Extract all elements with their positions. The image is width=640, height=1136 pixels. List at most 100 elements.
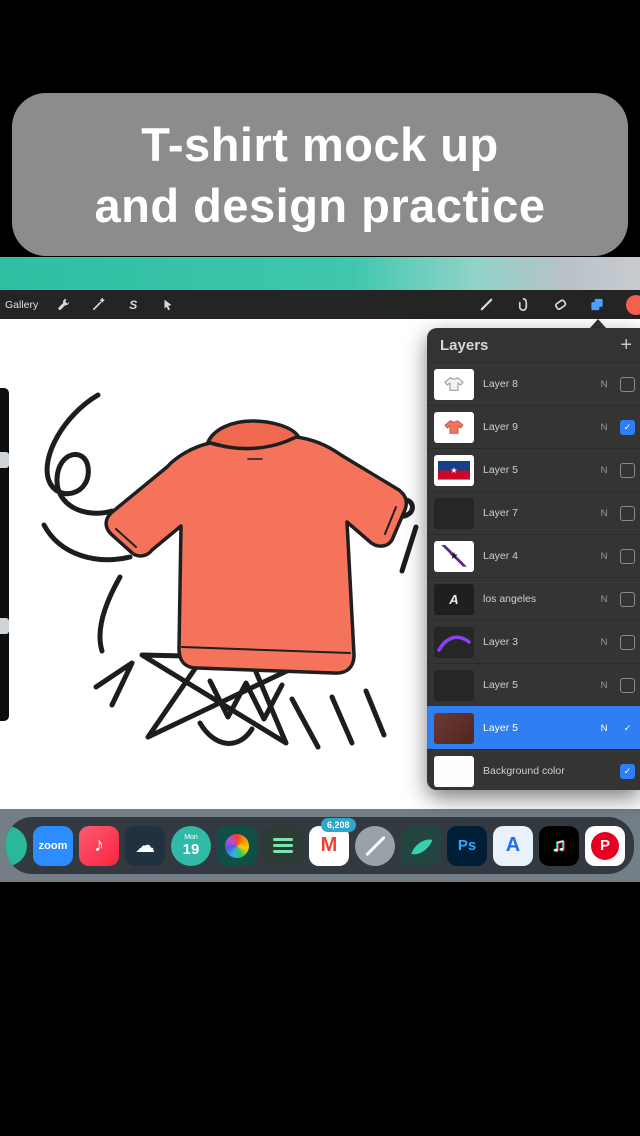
layer-thumbnail-text: A bbox=[434, 584, 474, 615]
pinterest-app-icon[interactable]: P bbox=[585, 826, 625, 866]
layer-row[interactable]: A los angeles N bbox=[427, 577, 640, 620]
partial-app-icon[interactable] bbox=[6, 826, 27, 866]
layer-name: Layer 7 bbox=[483, 507, 588, 519]
layers-panel-button[interactable] bbox=[589, 297, 605, 313]
gallery-button[interactable]: Gallery bbox=[5, 299, 38, 311]
layer-thumbnail-star-logo bbox=[434, 541, 474, 572]
list-app-icon[interactable] bbox=[263, 826, 303, 866]
layer-visibility-checkbox[interactable] bbox=[620, 678, 635, 693]
selection-icon[interactable]: S bbox=[125, 297, 141, 313]
layer-blend-mode[interactable]: N bbox=[597, 680, 611, 691]
layer-blend-mode[interactable]: N bbox=[597, 594, 611, 605]
music-app-icon[interactable] bbox=[79, 826, 119, 866]
brush-opacity-slider-handle[interactable] bbox=[0, 618, 9, 634]
layer-visibility-checkbox[interactable] bbox=[620, 635, 635, 650]
zoom-app-icon[interactable]: zoom bbox=[33, 826, 73, 866]
layer-thumbnail-purple-stroke bbox=[434, 627, 474, 658]
photoshop-app-icon[interactable]: Ps bbox=[447, 826, 487, 866]
layer-row[interactable]: Layer 8 N bbox=[427, 362, 640, 405]
layer-blend-mode[interactable]: N bbox=[597, 723, 611, 734]
photos-app-icon[interactable] bbox=[217, 826, 257, 866]
teal-accent-bar bbox=[0, 257, 640, 290]
layers-panel-header: Layers + bbox=[427, 328, 640, 362]
photos-flower-icon bbox=[225, 834, 249, 858]
layer-thumbnail-empty bbox=[434, 670, 474, 701]
list-lines-icon bbox=[273, 844, 293, 847]
layer-row[interactable]: Layer 5 N bbox=[427, 448, 640, 491]
layer-visibility-checkbox[interactable] bbox=[620, 506, 635, 521]
pinterest-p-icon: P bbox=[591, 832, 619, 860]
video-frame: T-shirt mock up and design practice Gall… bbox=[0, 0, 640, 1136]
blocked-circle-app-icon[interactable] bbox=[355, 826, 395, 866]
background-color-row[interactable]: Background color bbox=[427, 749, 640, 790]
procreate-sidebar-sliders[interactable] bbox=[0, 388, 9, 721]
gmail-app-icon[interactable]: 6,208 M bbox=[309, 826, 349, 866]
zoom-label: zoom bbox=[39, 840, 68, 852]
layer-row[interactable]: Layer 9 N bbox=[427, 405, 640, 448]
layer-row[interactable]: Layer 5 N bbox=[427, 663, 640, 706]
active-color-swatch[interactable] bbox=[626, 295, 640, 315]
layer-thumbnail-empty bbox=[434, 498, 474, 529]
layer-visibility-checkbox[interactable] bbox=[620, 420, 635, 435]
transform-arrow-icon[interactable] bbox=[160, 297, 176, 313]
layer-visibility-checkbox[interactable] bbox=[620, 721, 635, 736]
layer-visibility-checkbox[interactable] bbox=[620, 377, 635, 392]
layer-thumbnail-orange-shirt bbox=[434, 412, 474, 443]
layer-name: Background color bbox=[483, 765, 588, 777]
title-line-2: and design practice bbox=[95, 175, 546, 236]
leaf-swoosh-app-icon[interactable] bbox=[401, 826, 441, 866]
layer-row[interactable]: Layer 4 N bbox=[427, 534, 640, 577]
layer-visibility-checkbox[interactable] bbox=[620, 463, 635, 478]
photoshop-label: Ps bbox=[458, 837, 476, 854]
tiktok-app-icon[interactable] bbox=[539, 826, 579, 866]
layer-thumbnail-allstar-logo bbox=[434, 455, 474, 486]
layer-name: Layer 8 bbox=[483, 378, 588, 390]
brush-icon[interactable] bbox=[478, 297, 494, 313]
layer-visibility-checkbox[interactable] bbox=[620, 592, 635, 607]
adjustments-wand-icon[interactable] bbox=[90, 297, 106, 313]
layers-panel-title: Layers bbox=[440, 337, 620, 354]
layer-blend-mode[interactable]: N bbox=[597, 422, 611, 433]
add-layer-button[interactable]: + bbox=[620, 335, 632, 355]
layer-visibility-checkbox[interactable] bbox=[620, 764, 635, 779]
gmail-letter: M bbox=[321, 834, 338, 857]
calendar-app-icon[interactable]: Mon 19 bbox=[171, 826, 211, 866]
layer-blend-mode[interactable]: N bbox=[597, 379, 611, 390]
layer-blend-mode[interactable]: N bbox=[597, 637, 611, 648]
soundcloud-app-icon[interactable] bbox=[125, 826, 165, 866]
procreate-toolbar: Gallery S bbox=[0, 290, 640, 319]
layer-name: Layer 9 bbox=[483, 421, 588, 433]
eraser-icon[interactable] bbox=[552, 297, 568, 313]
layer-name: Layer 3 bbox=[483, 636, 588, 648]
dock-region: zoom Mon 19 6,208 M bbox=[0, 809, 640, 882]
layer-name: los angeles bbox=[483, 593, 588, 605]
calendar-date: 19 bbox=[183, 842, 200, 858]
layer-thumbnail-maroon bbox=[434, 713, 474, 744]
smudge-finger-icon[interactable] bbox=[515, 297, 531, 313]
gmail-badge: 6,208 bbox=[321, 818, 356, 832]
layer-row-selected[interactable]: Layer 5 N bbox=[427, 706, 640, 749]
background-color-thumbnail bbox=[434, 756, 474, 787]
layer-blend-mode[interactable]: N bbox=[597, 551, 611, 562]
layer-visibility-checkbox[interactable] bbox=[620, 549, 635, 564]
appstore-app-icon[interactable]: A bbox=[493, 826, 533, 866]
layers-panel-pointer bbox=[590, 319, 606, 328]
layer-name: Layer 5 bbox=[483, 722, 588, 734]
brush-size-slider-handle[interactable] bbox=[0, 452, 9, 468]
layer-row[interactable]: Layer 7 N bbox=[427, 491, 640, 534]
slash-icon bbox=[365, 835, 386, 856]
layer-name: Layer 5 bbox=[483, 679, 588, 691]
video-title-card: T-shirt mock up and design practice bbox=[12, 93, 628, 256]
title-line-1: T-shirt mock up bbox=[141, 114, 498, 175]
layer-thumbnail-white-shirt bbox=[434, 369, 474, 400]
layer-blend-mode[interactable]: N bbox=[597, 508, 611, 519]
dock: zoom Mon 19 6,208 M bbox=[6, 817, 634, 874]
layer-thumbnail-letter: A bbox=[449, 592, 458, 607]
layer-row[interactable]: Layer 3 N bbox=[427, 620, 640, 663]
appstore-letter: A bbox=[506, 834, 520, 857]
layers-panel: Layers + Layer 8 N Layer 9 N Layer 5 N bbox=[427, 328, 640, 790]
actions-wrench-icon[interactable] bbox=[55, 297, 71, 313]
layer-name: Layer 4 bbox=[483, 550, 588, 562]
layer-blend-mode[interactable]: N bbox=[597, 465, 611, 476]
letterbox-bottom bbox=[0, 882, 640, 1136]
